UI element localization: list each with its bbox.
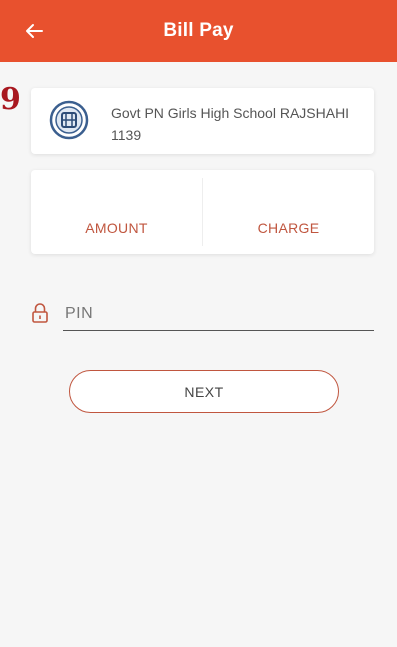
- back-button[interactable]: [20, 17, 48, 45]
- school-code: 1139: [111, 127, 142, 143]
- amounts-card: AMOUNT CHARGE: [31, 170, 374, 254]
- pin-input[interactable]: [63, 298, 374, 331]
- charge-column: CHARGE: [203, 170, 374, 254]
- amount-label: AMOUNT: [85, 220, 148, 236]
- page-title: Bill Pay: [163, 20, 234, 41]
- lock-icon: [32, 303, 48, 323]
- school-name-text: Govt PN Girls High School RAJSHAHI: [111, 105, 350, 121]
- arrow-left-icon: [26, 24, 43, 38]
- next-button[interactable]: NEXT: [69, 370, 339, 413]
- school-card: Govt PN Girls High School RAJSHAHI 1139: [31, 88, 374, 154]
- amount-column: AMOUNT: [31, 170, 202, 254]
- school-name: Govt PN Girls High School RAJSHAHI 1139: [111, 102, 369, 146]
- pin-row: [31, 298, 374, 334]
- app-bar: Bill Pay: [0, 0, 397, 62]
- school-logo-icon: [49, 100, 89, 140]
- charge-label: CHARGE: [257, 220, 320, 236]
- corner-mark: 9: [0, 82, 21, 117]
